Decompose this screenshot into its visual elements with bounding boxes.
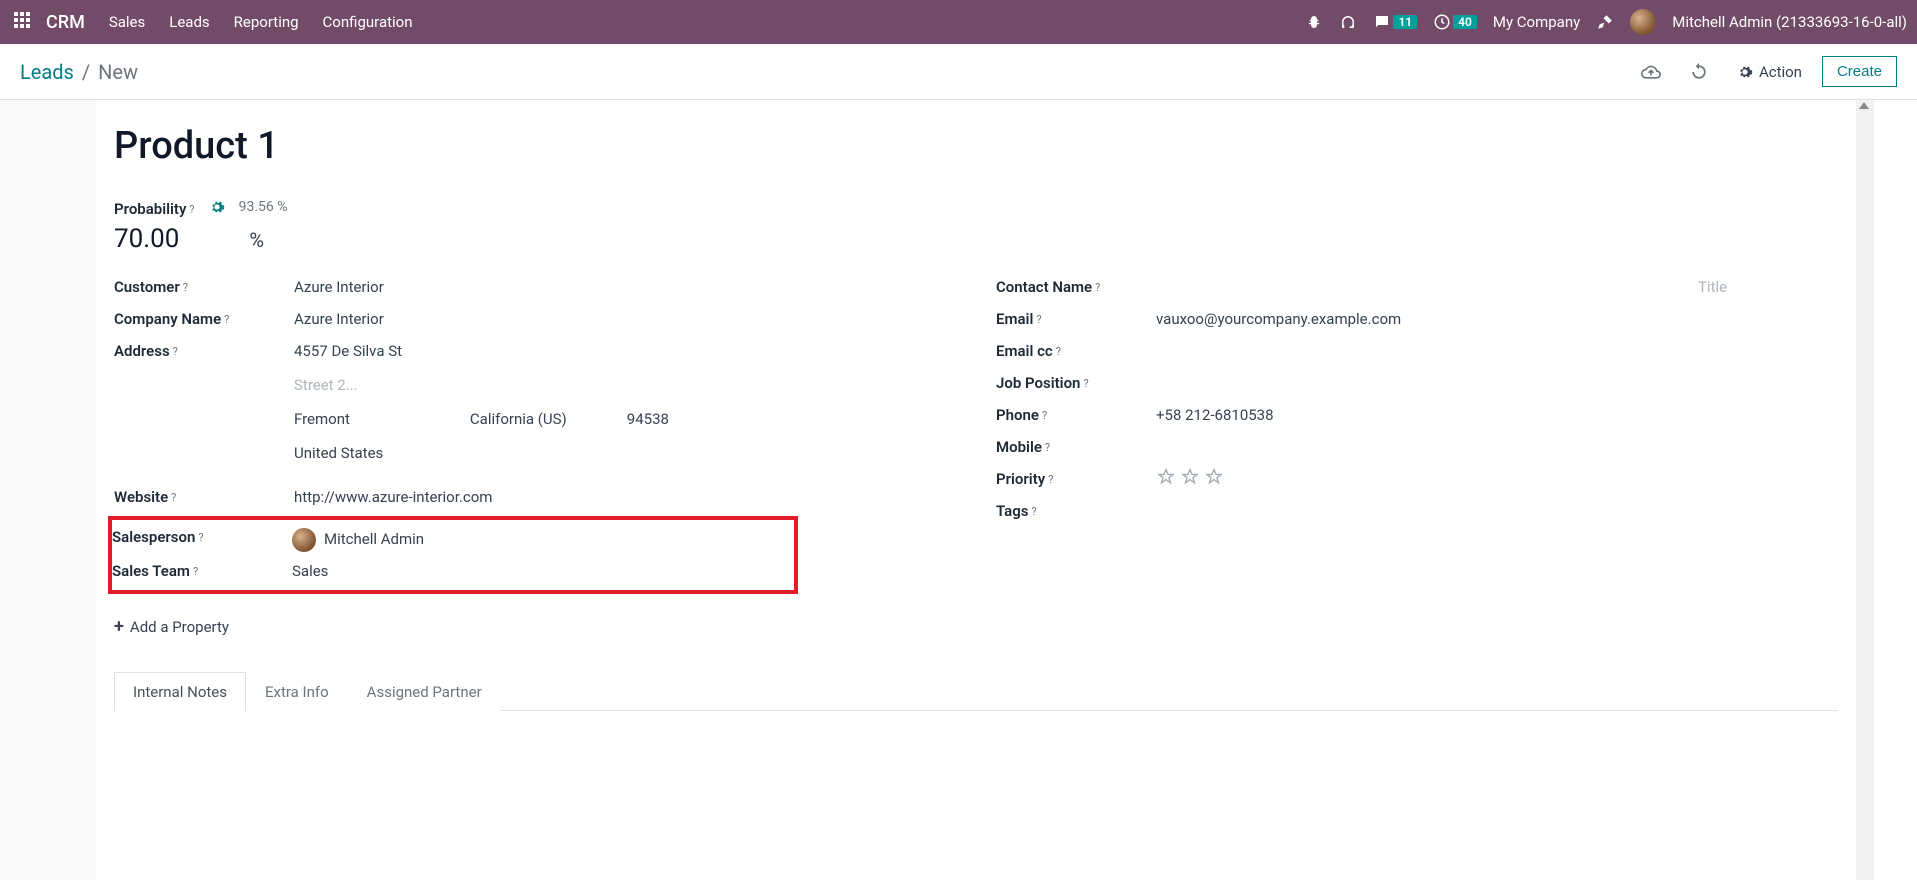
avatar[interactable] <box>1630 9 1656 35</box>
action-label: Action <box>1759 63 1802 81</box>
apps-icon[interactable] <box>14 12 34 32</box>
company-name-label: Company Name? <box>114 306 294 328</box>
company-switcher[interactable]: My Company <box>1493 13 1580 31</box>
star-icon[interactable] <box>1180 467 1200 487</box>
tab-extra-info[interactable]: Extra Info <box>246 672 348 711</box>
nav-sales[interactable]: Sales <box>109 13 145 31</box>
customer-field[interactable]: Azure Interior <box>294 274 384 296</box>
contact-name-label: Contact Name? <box>996 274 1156 296</box>
clock-badge: 40 <box>1453 15 1477 29</box>
email-field[interactable]: vauxoo@yourcompany.example.com <box>1156 306 1401 328</box>
salesperson-avatar <box>292 528 316 552</box>
tools-icon[interactable] <box>1596 13 1614 31</box>
phone-field[interactable]: +58 212-6810538 <box>1156 402 1274 424</box>
discard-icon[interactable] <box>1689 62 1709 82</box>
tabs: Internal Notes Extra Info Assigned Partn… <box>114 671 1838 711</box>
job-position-label: Job Position? <box>996 370 1156 392</box>
left-gutter <box>0 100 96 880</box>
street2-field[interactable]: Street 2... <box>294 372 956 394</box>
highlight-annotation: Salesperson? Mitchell Admin Sales Team? … <box>108 516 798 594</box>
breadcrumb: Leads / New <box>20 60 138 84</box>
user-menu[interactable]: Mitchell Admin (21333693-16-0-all) <box>1672 13 1907 31</box>
gear-icon <box>1737 64 1753 80</box>
address-label: Address? <box>114 338 294 360</box>
country-field[interactable]: United States <box>294 440 956 462</box>
mobile-label: Mobile? <box>996 434 1156 456</box>
recompute-icon[interactable] <box>209 199 225 215</box>
star-icon[interactable] <box>1204 467 1224 487</box>
add-property-button[interactable]: + Add a Property <box>114 616 956 637</box>
auto-probability: 93.56 % <box>239 199 288 215</box>
form-sheet: Product 1 Probability? 93.56 % 70.00 % C… <box>96 100 1856 880</box>
clock-icon <box>1433 13 1451 31</box>
email-label: Email? <box>996 306 1156 328</box>
cloud-save-icon[interactable] <box>1641 62 1661 82</box>
city-field[interactable]: Fremont <box>294 406 350 428</box>
priority-label: Priority? <box>996 466 1156 488</box>
street-field[interactable]: 4557 De Silva St <box>294 338 956 360</box>
lead-title[interactable]: Product 1 <box>114 124 1838 168</box>
company-name-field[interactable]: Azure Interior <box>294 306 384 328</box>
top-nav: CRM Sales Leads Reporting Configuration … <box>0 0 1917 44</box>
state-field[interactable]: California (US) <box>470 406 567 428</box>
contact-name-field[interactable] <box>1156 274 1698 278</box>
action-menu[interactable]: Action <box>1737 63 1802 81</box>
chat-icon <box>1373 13 1391 31</box>
breadcrumb-sep: / <box>82 60 90 84</box>
control-bar: Leads / New Action Create <box>0 44 1917 100</box>
probability-input[interactable]: 70.00 <box>114 224 179 254</box>
email-cc-label: Email cc? <box>996 338 1156 360</box>
sales-team-field[interactable]: Sales <box>292 558 328 580</box>
scrollbar[interactable] <box>1856 100 1874 880</box>
activities-button[interactable]: 40 <box>1433 13 1477 31</box>
tags-label: Tags? <box>996 498 1156 520</box>
website-field[interactable]: http://www.azure-interior.com <box>294 484 492 506</box>
nav-reporting[interactable]: Reporting <box>234 13 299 31</box>
zip-field[interactable]: 94538 <box>627 406 669 428</box>
headset-icon[interactable] <box>1339 13 1357 31</box>
probability-label: Probability? <box>114 196 195 218</box>
customer-label: Customer? <box>114 274 294 296</box>
tab-assigned-partner[interactable]: Assigned Partner <box>348 672 501 711</box>
percent-sign: % <box>249 228 264 252</box>
breadcrumb-root[interactable]: Leads <box>20 60 74 84</box>
brand[interactable]: CRM <box>46 12 85 33</box>
tab-internal-notes[interactable]: Internal Notes <box>114 672 246 711</box>
messages-button[interactable]: 11 <box>1373 13 1417 31</box>
priority-stars[interactable] <box>1156 467 1224 487</box>
plus-icon: + <box>114 616 124 637</box>
bug-icon[interactable] <box>1305 13 1323 31</box>
nav-leads[interactable]: Leads <box>169 13 209 31</box>
contact-title-field[interactable]: Title <box>1698 274 1838 296</box>
sales-team-label: Sales Team? <box>112 558 292 580</box>
salesperson-field[interactable]: Mitchell Admin <box>292 524 424 552</box>
website-label: Website? <box>114 484 294 506</box>
phone-label: Phone? <box>996 402 1156 424</box>
salesperson-label: Salesperson? <box>112 524 292 546</box>
star-icon[interactable] <box>1156 467 1176 487</box>
chat-badge: 11 <box>1393 15 1417 29</box>
breadcrumb-current: New <box>98 60 138 84</box>
create-button[interactable]: Create <box>1822 56 1897 87</box>
nav-configuration[interactable]: Configuration <box>323 13 413 31</box>
